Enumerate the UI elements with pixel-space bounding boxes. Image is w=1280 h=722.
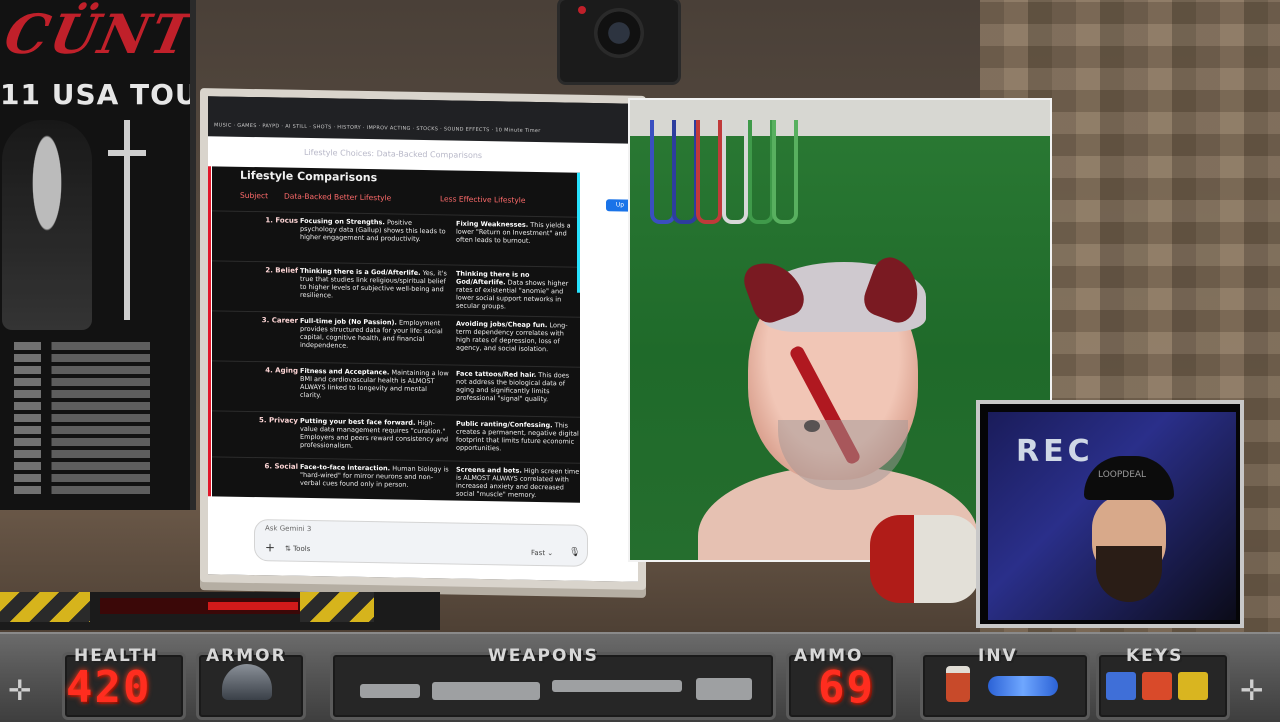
model-select[interactable]: Fast ⌄ (531, 549, 553, 557)
comparison-table: Lifestyle Comparisons Subject Data-Backe… (212, 166, 580, 504)
medkit-jar-icon[interactable] (946, 666, 970, 702)
webcam-device (560, 0, 678, 82)
camera-led-icon (578, 6, 586, 14)
in-game-monitor: MUSIC · GAMES · PAYPD · AI STILL · SHOTS… (200, 88, 646, 590)
red-keycard-icon (1142, 672, 1172, 700)
blue-keycard-icon (1106, 672, 1136, 700)
glitch-bar-cyan (577, 172, 580, 293)
armor-label: ARMOR (206, 646, 287, 666)
status-strip (0, 592, 440, 630)
row-better: Full-time job (No Passion). Employment p… (300, 317, 450, 352)
night-goggles-icon[interactable] (988, 676, 1058, 696)
tools-button[interactable]: ⇅ Tools (285, 545, 310, 553)
mic-icon[interactable]: 🎙 (569, 548, 580, 558)
keys-label: KEYS (1126, 646, 1184, 666)
row-better: Face-to-face interaction. Human biology … (300, 463, 450, 490)
rec-label: REC (1016, 434, 1094, 469)
row-better: Focusing on Strengths. Positive psycholo… (300, 217, 450, 244)
red-meter (100, 598, 300, 614)
poster-tour-title: 11 USA TOUR (0, 78, 190, 111)
soda-can (870, 515, 980, 603)
ask-gemini-input[interactable]: Ask Gemini 3 + ⇅ Tools Fast ⌄ 🎙 (254, 519, 588, 567)
poster-figure (2, 120, 92, 330)
rec-overlay: LOOPDEAL REC (976, 400, 1244, 628)
shotgun-icon[interactable] (432, 682, 540, 700)
ammo-value: 69 (818, 662, 875, 713)
yellow-keycard-icon (1178, 672, 1208, 700)
faded-heading: Lifestyle Choices: Data-Backed Compariso… (304, 147, 483, 161)
rifle-icon[interactable] (552, 680, 682, 692)
game-hud: ✛ HEALTH 420 ARMOR WEAPONS AMMO 69 INV K… (0, 632, 1280, 722)
poster-logo: CÜNT (0, 2, 196, 66)
row-better: Putting your best face forward. High-val… (300, 417, 450, 452)
poster-dagger-icon (108, 120, 146, 320)
inventory-label: INV (978, 646, 1018, 666)
table-row: 6. Social Face-to-face interaction. Huma… (212, 456, 580, 504)
header-better: Data-Backed Better Lifestyle (284, 191, 392, 203)
ask-placeholder: Ask Gemini 3 (265, 524, 312, 534)
row-less: Face tattoos/Red hair. This does not add… (456, 370, 580, 404)
row-less: Thinking there is no God/Afterlife. Data… (456, 270, 580, 312)
row-less: Screens and bots. High screen time is AL… (456, 466, 580, 500)
ripper-icon[interactable] (696, 678, 752, 700)
crosshair-left-icon: ✛ (8, 674, 32, 707)
poster-date-list (14, 338, 184, 498)
weapons-label: WEAPONS (488, 646, 599, 666)
crosshair-right-icon: ✛ (1240, 674, 1264, 707)
glitch-bar-red (208, 166, 211, 497)
row-subject: 2. Belief (265, 266, 298, 275)
row-better: Fitness and Acceptance. Maintaining a lo… (300, 367, 450, 402)
row-less: Avoiding jobs/Cheap fun. Long-term depen… (456, 320, 580, 354)
header-subject: Subject (240, 190, 269, 201)
camera-lens-icon (594, 8, 644, 58)
tour-poster: CÜNT 11 USA TOUR (0, 0, 196, 510)
hazard-stripe (0, 592, 90, 622)
header-less: Less Effective Lifestyle (440, 194, 526, 205)
row-subject: 1. Focus (265, 216, 298, 225)
rec-hat: LOOPDEAL (1084, 456, 1174, 500)
pistol-icon[interactable] (360, 684, 420, 698)
health-value: 420 (66, 662, 152, 713)
row-less: Fixing Weaknesses. This yields a lower "… (456, 220, 580, 246)
row-less: Public ranting/Confessing. This creates … (456, 420, 580, 454)
row-subject: 4. Aging (265, 366, 298, 375)
row-better: Thinking there is a God/Afterlife. Yes, … (300, 267, 450, 302)
rec-person: LOOPDEAL (1078, 456, 1178, 606)
table-row: 4. Aging Fitness and Acceptance. Maintai… (212, 360, 580, 416)
rec-hat-text: LOOPDEAL (1098, 470, 1147, 480)
bookmarks-bar[interactable]: MUSIC · GAMES · PAYPD · AI STILL · SHOTS… (214, 122, 541, 134)
rec-beard (1096, 546, 1162, 602)
table-title: Lifestyle Comparisons (240, 168, 378, 185)
table-row: 3. Career Full-time job (No Passion). Em… (212, 310, 580, 366)
table-row: 1. Focus Focusing on Strengths. Positive… (212, 210, 580, 266)
row-subject: 6. Social (264, 462, 299, 471)
add-icon[interactable]: + (265, 540, 275, 554)
resistance-bands (650, 120, 810, 230)
hazard-stripe (300, 592, 374, 622)
table-row: 2. Belief Thinking there is a God/Afterl… (212, 260, 580, 316)
row-subject: 5. Privacy (259, 416, 298, 425)
row-subject: 3. Career (261, 316, 298, 325)
chat-area: Lifestyle Choices: Data-Backed Compariso… (208, 136, 638, 582)
